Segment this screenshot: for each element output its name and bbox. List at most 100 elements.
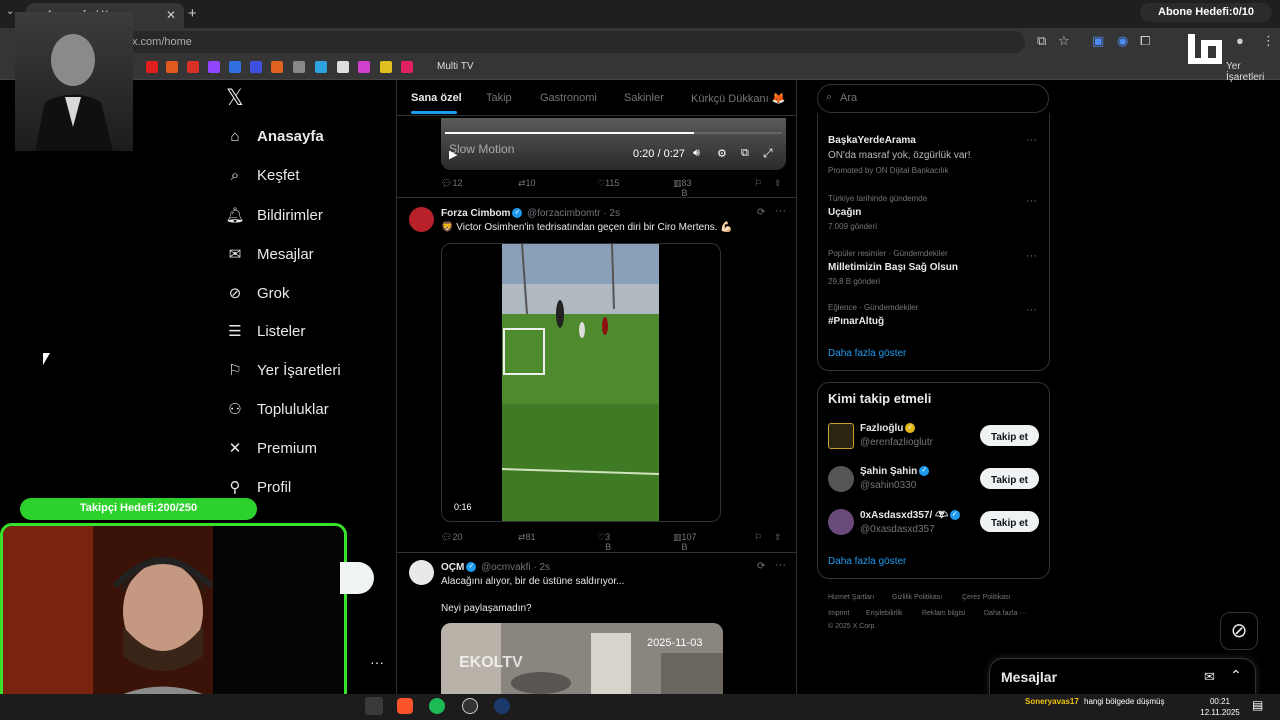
url-input[interactable]: x.com/home <box>120 31 1025 53</box>
show-more-follow[interactable]: Daha fazla göster <box>828 556 906 567</box>
bookmark-icon-6[interactable] <box>250 61 262 73</box>
footer-privacy[interactable]: Gizlilik Politikası <box>892 594 942 601</box>
youtube-bookmark-icon[interactable] <box>146 61 158 73</box>
play-icon[interactable]: ▶ <box>449 148 457 161</box>
chevron-up-icon[interactable]: ⌃ <box>1230 667 1242 684</box>
spotify-taskbar-icon[interactable] <box>429 698 445 714</box>
extensions-icon[interactable]: ⧠ <box>1140 33 1150 49</box>
menu-icon[interactable]: ⋮ <box>1262 33 1275 49</box>
trend-title[interactable]: Uçağın <box>828 207 861 218</box>
reply-button[interactable]: 💬︎ 20 <box>441 532 462 543</box>
bookmark-multi-tv[interactable]: Multi TV <box>437 61 474 72</box>
new-tab-icon[interactable]: + <box>188 5 197 22</box>
follow-button[interactable]: Takip et <box>980 511 1039 532</box>
tab-sakinler[interactable]: Sakinler <box>624 92 664 104</box>
bookmarks-folder[interactable]: Yer İşaretleri <box>1226 61 1280 83</box>
bookmark-icon-e[interactable] <box>166 61 178 73</box>
footer-cookies[interactable]: Çerez Politikası <box>962 594 1011 601</box>
grok-analyze-icon[interactable]: ⟳ <box>757 561 765 572</box>
avatar[interactable] <box>828 423 854 449</box>
footer-terms[interactable]: Hizmet Şartları <box>828 594 874 601</box>
trend-more-icon[interactable]: ··· <box>1026 134 1037 146</box>
repost-button[interactable]: ⇄ 81 <box>518 532 536 543</box>
show-more-trends[interactable]: Daha fazla göster <box>828 348 906 359</box>
extension-audio-icon[interactable]: ◉ <box>1117 33 1128 49</box>
tweet-image[interactable]: 2025-11-03 EKOLTV <box>441 623 723 694</box>
tab-gastronomi[interactable]: Gastronomi <box>540 92 597 104</box>
post-button[interactable] <box>340 562 374 594</box>
profile-icon[interactable]: ● <box>1236 33 1244 48</box>
sidebar-item-lists[interactable]: ☰ Listeler <box>222 322 305 341</box>
install-icon[interactable]: ⧉ <box>1037 33 1046 49</box>
pip-icon[interactable]: ⧉ <box>741 147 749 160</box>
share-button[interactable]: ⇪ <box>774 532 782 543</box>
follow-name[interactable]: Fazlıoğlu ✓ <box>860 423 916 434</box>
system-clock[interactable]: 00:21 12.11.2025 <box>1200 696 1240 718</box>
tab-following[interactable]: Takip <box>486 92 512 104</box>
sidebar-item-home[interactable]: ⌂ Anasayfa <box>222 128 323 145</box>
tweet-author-handle[interactable]: @forzacimbomtr · 2s <box>527 208 620 219</box>
tweet-video[interactable]: 0:16 <box>441 243 721 522</box>
obs-taskbar-icon[interactable] <box>462 698 478 714</box>
footer-imprint[interactable]: Imprint <box>828 610 849 617</box>
star-icon[interactable]: ☆ <box>1058 33 1070 49</box>
sidebar-item-premium[interactable]: ✕ Premium <box>222 439 317 458</box>
footer-more[interactable]: Daha fazla ··· <box>984 610 1026 617</box>
share-button[interactable]: ⇪ <box>774 178 782 189</box>
fullscreen-icon[interactable]: ⤢ <box>763 146 773 161</box>
sidebar-item-messages[interactable]: ✉ Mesajlar <box>222 245 314 264</box>
new-message-icon[interactable]: ✉ <box>1204 669 1215 685</box>
avatar[interactable] <box>409 207 434 232</box>
avatar[interactable] <box>409 560 434 585</box>
footer-ads-info[interactable]: Reklam bilgisi <box>922 610 965 617</box>
tab-kurkcu-dukkani[interactable]: Kürkçü Dükkanı 🦊 <box>691 92 785 105</box>
gmail-bookmark-icon[interactable] <box>187 61 199 73</box>
brave-taskbar-icon[interactable] <box>397 698 413 714</box>
sidebar-item-grok[interactable]: ⊘ Grok <box>222 284 290 303</box>
bookmark-button[interactable]: ⚐ <box>754 532 762 543</box>
grok-fab-icon[interactable]: ⊘ <box>1220 612 1258 650</box>
tweet-author-handle[interactable]: @ocmvakfi · 2s <box>481 562 550 573</box>
avatar[interactable] <box>828 509 854 535</box>
bookmark-icon-8[interactable] <box>293 61 305 73</box>
meta-bookmark-icon[interactable] <box>229 61 241 73</box>
bookmark-icon-10[interactable] <box>337 61 349 73</box>
follow-button[interactable]: Takip et <box>980 425 1039 446</box>
follow-name[interactable]: 0xAsdasxd357/ 🦇︎ ✓ <box>860 510 960 521</box>
like-button[interactable]: ♡ 115 <box>597 178 619 189</box>
translate-icon[interactable]: ▣ <box>1092 33 1104 49</box>
bookmark-icon-11[interactable] <box>358 61 370 73</box>
follow-name[interactable]: Şahin Şahin ✓ <box>860 466 930 477</box>
grok-analyze-icon[interactable]: ⟳ <box>757 207 765 218</box>
trend-more-icon[interactable]: ··· <box>1026 250 1037 262</box>
sidebar-item-bookmarks[interactable]: ⚐ Yer İşaretleri <box>222 361 340 380</box>
bookmark-icon-7[interactable] <box>271 61 283 73</box>
chrome-taskbar-icon[interactable] <box>365 697 383 715</box>
sidebar-item-explore[interactable]: ⌕ Keşfet <box>222 167 300 184</box>
steam-taskbar-icon[interactable] <box>494 698 510 714</box>
like-button[interactable]: ♡ 3 B <box>597 532 611 552</box>
bookmark-icon-13[interactable] <box>401 61 413 73</box>
bookmark-icon-12[interactable] <box>380 61 392 73</box>
bookmark-icon-9[interactable] <box>315 61 327 73</box>
x-logo-icon[interactable]: 𝕏 <box>226 86 244 111</box>
video-player-1[interactable]: Slow Motion ▶ 0:20 / 0:27 🔊︎ ⚙ ⧉ ⤢ <box>441 118 786 170</box>
search-input[interactable]: ⌕ Ara <box>817 84 1049 113</box>
avatar[interactable] <box>828 466 854 492</box>
trend-title[interactable]: BaşkaYerdeArama <box>828 135 916 146</box>
bookmark-button[interactable]: ⚐ <box>754 178 762 189</box>
reply-button[interactable]: 💬︎ 12 <box>441 178 462 189</box>
volume-icon[interactable]: 🔊︎ <box>693 147 700 160</box>
twitch-bookmark-icon[interactable] <box>208 61 220 73</box>
follow-button[interactable]: Takip et <box>980 468 1039 489</box>
more-options-icon[interactable]: ··· <box>775 205 786 217</box>
tab-for-you[interactable]: Sana özel <box>411 92 462 104</box>
account-more-icon[interactable]: ··· <box>370 654 384 670</box>
notification-icon[interactable]: ▤ <box>1252 698 1263 712</box>
more-options-icon[interactable]: ··· <box>775 559 786 571</box>
messages-drawer[interactable]: Mesajlar ✉ ⌃ <box>989 658 1256 698</box>
settings-icon[interactable]: ⚙ <box>717 147 727 160</box>
trend-title[interactable]: Milletimizin Başı Sağ Olsun <box>828 262 958 273</box>
sidebar-item-notifications[interactable]: 🔔︎ Bildirimler <box>222 206 322 225</box>
views-button[interactable]: ▥ 83 B <box>673 178 692 198</box>
